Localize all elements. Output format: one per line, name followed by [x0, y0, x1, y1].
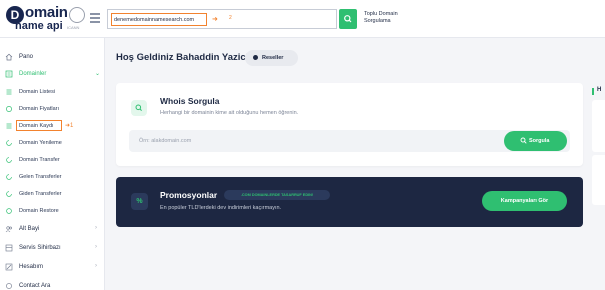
contact-icon	[6, 283, 12, 289]
users-icon	[5, 226, 12, 233]
sidebar-item-sub-reseller[interactable]: Alt Bayi ›	[0, 222, 105, 238]
whois-query-button[interactable]: Sorgula	[504, 131, 567, 151]
home-icon	[5, 53, 13, 61]
logo-text-domain: omain	[25, 4, 68, 21]
account-icon	[5, 263, 13, 271]
search-button[interactable]	[339, 9, 357, 29]
sidebar-item-label: Domain Yenileme	[19, 140, 62, 146]
promotions-badge: .COM DOMAINLERDE TASARRUF EDIN!	[224, 190, 330, 200]
sidebar-item-label: Domain Transfer	[19, 157, 60, 163]
transfer-out-icon	[6, 191, 12, 197]
panel-accent	[592, 88, 594, 95]
whois-title: Whois Sorgula	[160, 96, 220, 106]
reseller-label: Reseller	[262, 55, 284, 61]
sidebar-item-label: Giden Transferler	[19, 191, 62, 197]
whois-button-label: Sorgula	[529, 138, 550, 144]
annotation-arrow-icon: ➜	[212, 16, 218, 23]
sidebar-item-incoming-transfers[interactable]: Gelen Transferler	[0, 170, 105, 186]
refresh-icon	[6, 140, 12, 146]
sidebar: Pano Domainler ⌄ Domain Listesi Domain F…	[0, 38, 105, 290]
sidebar-item-domain-transfer[interactable]: Domain Transfer	[0, 153, 105, 169]
sidebar-item-domains[interactable]: Domainler ⌄	[0, 67, 105, 83]
right-panel: H	[592, 83, 605, 227]
tag-icon	[6, 106, 12, 112]
promotions-card: % Promosyonlar .COM DOMAINLERDE TASARRUF…	[116, 177, 583, 227]
sidebar-item-contact-search[interactable]: Contact Ara	[0, 279, 105, 290]
list-icon	[6, 123, 12, 129]
sidebar-item-label: Domain Listesi	[19, 89, 56, 95]
domain-search-bar: ➜ 2	[107, 9, 337, 29]
logo[interactable]: D omain name api ICANN	[6, 4, 96, 34]
domain-search-input[interactable]	[111, 13, 207, 26]
sidebar-item-label: Pano	[19, 54, 34, 60]
sidebar-item-label: Servis Sihirbazı	[19, 245, 61, 251]
top-bar: D omain name api ICANN ➜ 2 Toplu Domain …	[0, 0, 605, 38]
sidebar-item-domain-renewal[interactable]: Domain Yenileme	[0, 136, 105, 152]
chevron-down-icon: ⌄	[95, 71, 101, 77]
chevron-right-icon: ›	[95, 244, 97, 250]
sidebar-item-label: Domain Fiyatları	[19, 106, 60, 112]
right-panel-card	[592, 155, 605, 205]
welcome-heading: Hoş Geldiniz Bahaddin Yazici	[116, 52, 249, 63]
sidebar-item-label: Gelen Transferler	[19, 174, 62, 180]
sidebar-item-label: Domain Kaydı	[19, 123, 54, 129]
promotions-title: Promosyonlar	[160, 190, 218, 200]
annotation-step-number: 2	[229, 15, 232, 21]
right-panel-card	[592, 100, 605, 152]
restore-icon	[6, 208, 12, 214]
whois-search-icon	[131, 100, 147, 116]
reseller-badge: Reseller	[245, 50, 298, 66]
reseller-dot-icon	[253, 55, 258, 60]
sidebar-item-label: Contact Ara	[19, 283, 51, 289]
sidebar-item-label: Domain Restore	[19, 208, 59, 214]
wizard-icon	[5, 244, 13, 252]
transfer-icon	[6, 157, 12, 163]
sidebar-item-dashboard[interactable]: Pano	[0, 50, 105, 66]
logo-text-api: name api	[15, 20, 63, 32]
list-icon	[5, 70, 13, 78]
seal-text: ICANN	[67, 25, 80, 30]
bulk-domain-query-link[interactable]: Toplu Domain Sorgulama	[364, 11, 414, 25]
transfer-in-icon	[6, 174, 12, 180]
whois-domain-input[interactable]: Örn: alakdomain.com Sorgula	[129, 130, 570, 152]
sidebar-item-my-account[interactable]: Hesabım ›	[0, 260, 105, 276]
sidebar-item-label: Alt Bayi	[19, 226, 40, 232]
sidebar-item-label: Domainler	[19, 71, 47, 77]
chevron-right-icon: ›	[95, 225, 97, 231]
list-icon	[6, 89, 12, 95]
sidebar-item-service-wizard[interactable]: Servis Sihirbazı ›	[0, 241, 105, 257]
chevron-right-icon: ›	[95, 263, 97, 269]
sidebar-item-outgoing-transfers[interactable]: Giden Transferler	[0, 187, 105, 203]
percent-icon: %	[131, 193, 148, 210]
icann-seal-icon	[69, 7, 85, 23]
menu-toggle-icon[interactable]	[90, 13, 100, 23]
promotions-subtitle: En popüler TLD'lerdeki dev indirimleri k…	[160, 205, 282, 211]
search-icon	[520, 137, 527, 144]
whois-card: Whois Sorgula Herhangi bir domainin kime…	[116, 83, 583, 166]
sidebar-item-domain-registration[interactable]: Domain Kaydı ➜1	[0, 119, 105, 135]
sidebar-item-domain-restore[interactable]: Domain Restore	[0, 204, 105, 220]
whois-subtitle: Herhangi bir domainin kime ait olduğunu …	[160, 110, 299, 116]
right-panel-heading: H	[597, 87, 602, 93]
sidebar-item-domain-list[interactable]: Domain Listesi	[0, 85, 105, 101]
whois-placeholder: Örn: alakdomain.com	[139, 138, 192, 144]
view-campaigns-button[interactable]: Kampanyaları Gör	[482, 191, 567, 211]
annotation-arrow-step: ➜1	[65, 123, 74, 129]
sidebar-item-domain-prices[interactable]: Domain Fiyatları	[0, 102, 105, 118]
search-icon	[344, 15, 352, 23]
sidebar-item-label: Hesabım	[19, 264, 44, 270]
